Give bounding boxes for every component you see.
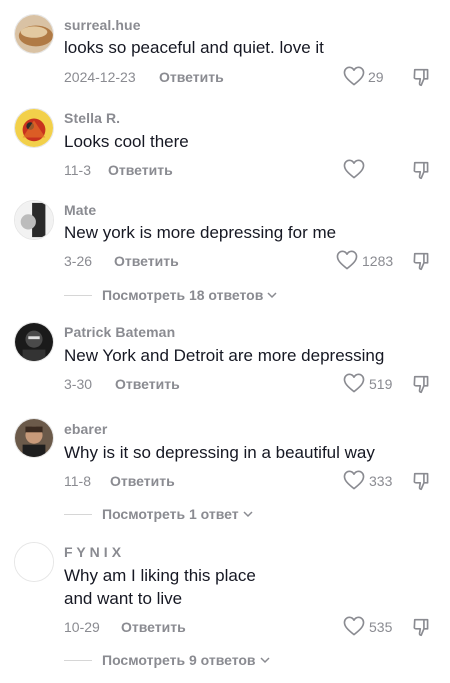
chevron-down-icon [243, 511, 253, 518]
dislike-icon[interactable] [412, 470, 434, 492]
avatar[interactable] [14, 322, 54, 362]
dislike-icon[interactable] [412, 616, 434, 638]
like-button[interactable]: 333 [343, 470, 398, 492]
chevron-down-icon [260, 657, 270, 664]
view-replies-label: Посмотреть 18 ответов [102, 287, 264, 303]
comment-text: New York and Detroit are more depressing [64, 346, 385, 365]
like-count: 29 [368, 69, 384, 85]
like-button[interactable]: 535 [343, 616, 398, 638]
like-count: 535 [369, 619, 393, 635]
dislike-icon[interactable] [412, 373, 434, 395]
heart-icon [343, 470, 365, 490]
reply-button[interactable]: Ответить [114, 253, 179, 269]
comment-text: Why am I liking this place and want to l… [64, 564, 424, 610]
comment-text: Looks cool there [64, 132, 189, 151]
comment-date: 3-30 [64, 376, 93, 392]
username[interactable]: Stella R. [64, 110, 120, 126]
view-replies-button[interactable]: Посмотреть 1 ответ [64, 505, 254, 523]
dislike-icon[interactable] [412, 250, 434, 272]
divider-line [64, 659, 92, 661]
divider-line [64, 294, 92, 296]
comment-text: New york is more depressing for me [64, 223, 337, 242]
comment-date: 10-29 [64, 619, 100, 635]
like-button[interactable]: 29 [343, 66, 393, 88]
chevron-down-icon [267, 292, 277, 299]
comment-date: 3-26 [64, 253, 93, 269]
dislike-icon[interactable] [412, 159, 434, 181]
like-button[interactable]: 1283 [336, 250, 398, 272]
view-replies-button[interactable]: Посмотреть 18 ответов [64, 286, 278, 304]
heart-icon [343, 66, 365, 86]
reply-button[interactable]: Ответить [108, 162, 173, 178]
comment-date: 11-8 [64, 473, 91, 489]
like-button[interactable]: 519 [343, 373, 398, 395]
avatar[interactable] [14, 108, 54, 148]
like-button[interactable] [343, 159, 393, 181]
username[interactable]: Patrick Bateman [64, 324, 175, 340]
comment-text-line: Why am I liking this place [64, 566, 256, 585]
like-count: 333 [369, 473, 393, 489]
heart-icon [343, 616, 365, 636]
username[interactable]: ebarer [64, 421, 107, 437]
divider-line [64, 513, 92, 515]
like-count: 1283 [362, 253, 394, 269]
avatar[interactable] [14, 542, 54, 582]
comment-text: Why is it so depressing in a beautiful w… [64, 443, 375, 462]
username[interactable]: F Y N I X [64, 544, 121, 560]
reply-button[interactable]: Ответить [115, 376, 180, 392]
reply-button[interactable]: Ответить [159, 69, 224, 85]
like-count: 519 [369, 376, 393, 392]
avatar[interactable] [14, 418, 54, 458]
heart-icon [336, 250, 358, 270]
comment-date: 11-3 [64, 162, 91, 178]
view-replies-label: Посмотреть 9 ответов [102, 652, 256, 668]
avatar[interactable] [14, 200, 54, 240]
username[interactable]: Mate [64, 202, 96, 218]
view-replies-button[interactable]: Посмотреть 9 ответов [64, 651, 271, 669]
heart-icon [343, 373, 365, 393]
username[interactable]: surreal.hue [64, 17, 141, 33]
comment-text-line: and want to live [64, 589, 183, 608]
reply-button[interactable]: Ответить [110, 473, 175, 489]
heart-icon [343, 159, 365, 179]
dislike-icon[interactable] [412, 66, 434, 88]
comment-text: looks so peaceful and quiet. love it [64, 38, 324, 57]
avatar[interactable] [14, 14, 54, 54]
reply-button[interactable]: Ответить [121, 619, 186, 635]
comment-date: 2024-12-23 [64, 69, 136, 85]
view-replies-label: Посмотреть 1 ответ [102, 506, 239, 522]
